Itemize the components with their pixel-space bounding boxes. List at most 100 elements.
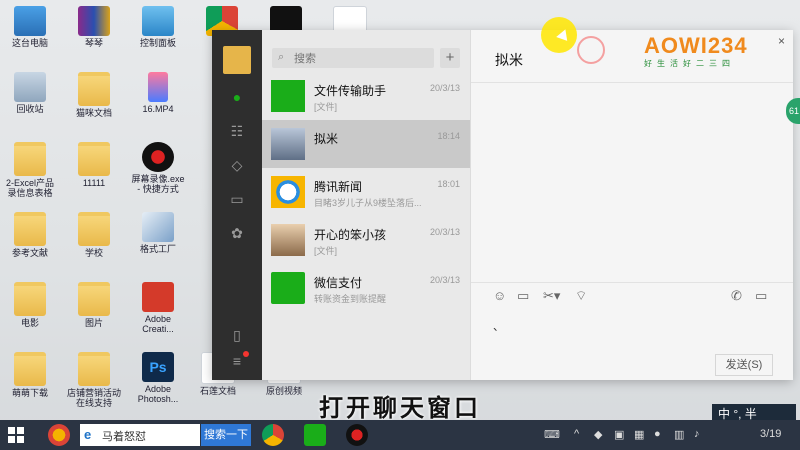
contact-avatar (271, 128, 305, 160)
desktop-icon-control-panel[interactable]: 控制面板 (130, 6, 186, 48)
wechat-window: ● ☷ ◇ ▭ ✿ ▯ ≡ ⌕ + 文件传输助手 20/3/13 [文件] 拟米… (212, 30, 793, 380)
clock-date[interactable]: 3/19 (760, 428, 781, 440)
screen-recorder-icon[interactable] (346, 424, 368, 446)
wechat-nav-rail: ● ☷ ◇ ▭ ✿ ▯ ≡ (212, 30, 262, 380)
chat-name: 拟米 (314, 132, 339, 146)
chat-list-item-nimi[interactable]: 拟米 18:14 (262, 120, 470, 168)
chat-list-panel: ⌕ + 文件传输助手 20/3/13 [文件] 拟米 18:14 腾讯新闻 18… (262, 30, 470, 380)
file-transfer-avatar-icon (271, 80, 305, 112)
desktop-icon-movies[interactable]: 电影 (2, 282, 58, 328)
message-input[interactable]: 、 (493, 318, 504, 334)
folder-icon (78, 72, 110, 106)
desktop-icon-label: 猫咪文档 (75, 108, 112, 118)
contacts-icon[interactable]: ☷ (227, 122, 247, 140)
control-panel-icon (142, 6, 174, 36)
chat-history-icon[interactable]: ⌔ (575, 288, 587, 304)
chat-name: 文件传输助手 (314, 84, 387, 98)
cube-icon[interactable]: ◇ (227, 156, 247, 174)
chat-time: 20/3/13 (429, 275, 460, 285)
search-input[interactable] (292, 50, 431, 68)
chat-preview: [文件] (314, 102, 338, 112)
chat-list-item-happy-kid[interactable]: 开心的笨小孩 20/3/13 [文件] (262, 216, 470, 264)
search-box[interactable]: ⌕ (272, 48, 434, 68)
taskbar-search-button[interactable]: 搜索一下 (201, 424, 251, 446)
ime-text: 中 °, 半 (718, 407, 757, 421)
folder-icon (14, 282, 46, 316)
video-file-icon (148, 72, 168, 102)
keyboard-icon[interactable]: ⌨ (544, 428, 560, 441)
network-icon[interactable]: ▥ (674, 428, 684, 441)
tray-expand-icon[interactable]: ^ (574, 428, 579, 440)
chat-title: 拟米 (495, 52, 523, 68)
watermark-slogan: 好生活好二三四 (644, 59, 735, 68)
desktop-icon-label: 电影 (20, 318, 39, 328)
click-indicator (577, 36, 605, 64)
record-icon (142, 142, 174, 172)
taskbar-search-text: 马着怒怼 (102, 431, 146, 443)
desktop-icon-school[interactable]: 学校 (66, 212, 122, 258)
folder-icon (14, 142, 46, 176)
desktop-icon-recycle-bin[interactable]: 回收站 (2, 72, 58, 114)
tray-app-icon[interactable]: ▣ (614, 428, 624, 441)
chat-time: 18:14 (437, 131, 460, 141)
desktop-icon-adobe-cc[interactable]: Adobe Creati... (130, 282, 186, 334)
desktop-icon-cat-docs[interactable]: 猫咪文档 (66, 72, 122, 118)
send-button[interactable]: 发送(S) (715, 354, 773, 376)
desktop-icon-label: 学校 (84, 248, 103, 258)
close-icon[interactable]: × (778, 34, 785, 48)
desktop-icon-mp4[interactable]: 16.MP4 (130, 72, 186, 114)
desktop-icon-label: 控制面板 (139, 38, 176, 48)
moments-icon[interactable]: ✿ (227, 224, 247, 242)
desktop-icon-pictures[interactable]: 图片 (66, 282, 122, 328)
folder-icon[interactable]: ▭ (517, 288, 529, 304)
desktop-icon-screen-recorder[interactable]: 屏幕录像.exe - 快捷方式 (130, 142, 186, 194)
desktop-icon-label: 图片 (84, 318, 103, 328)
tray-app-icon[interactable]: ● (654, 428, 661, 440)
add-chat-button[interactable]: + (440, 48, 460, 68)
chat-preview: 转账资金到账提醒 (314, 294, 387, 304)
video-call-icon[interactable]: ▭ (755, 288, 767, 304)
video-subtitle: 打开聊天窗口 (319, 395, 481, 422)
chat-time: 20/3/13 (429, 83, 460, 93)
folder-icon (78, 352, 110, 386)
format-factory-icon (142, 212, 174, 242)
desktop-icon-excel-table[interactable]: 2-Excel产品录信息表格 (2, 142, 58, 198)
phone-call-icon[interactable]: ✆ (731, 288, 742, 304)
chat-list-item-wechat-pay[interactable]: 微信支付 20/3/13 转账资金到账提醒 (262, 264, 470, 312)
watermark-logo: AOWI234 好生活好二三四 (644, 34, 774, 70)
folder-icon (14, 212, 46, 246)
windows-start-icon[interactable] (8, 427, 24, 443)
chat-list-item-tencent-news[interactable]: 腾讯新闻 18:01 目睹3岁儿子从9楼坠落后... (262, 168, 470, 216)
volume-icon[interactable]: ♪ (694, 428, 700, 440)
chat-bubble-icon[interactable]: ● (227, 88, 247, 106)
chat-name: 腾讯新闻 (314, 180, 363, 194)
desktop-icon-label: 格式工厂 (139, 244, 176, 254)
desktop-icon-format-factory[interactable]: 格式工厂 (130, 212, 186, 254)
search-icon: ⌕ (278, 51, 285, 63)
folder-icon (78, 142, 110, 176)
phone-icon[interactable]: ▯ (227, 326, 247, 344)
desktop-icon-references[interactable]: 参考文献 (2, 212, 58, 258)
360-browser-icon[interactable] (48, 424, 70, 446)
folder-icon (78, 212, 110, 246)
user-avatar[interactable] (223, 46, 251, 74)
chrome-icon[interactable] (262, 424, 284, 446)
chat-list-item-file-transfer[interactable]: 文件传输助手 20/3/13 [文件] (262, 72, 470, 120)
scissors-icon[interactable]: ✂▾ (543, 288, 560, 304)
chat-time: 18:01 (437, 179, 460, 189)
folder-icon (78, 282, 110, 316)
wechat-icon[interactable] (304, 424, 326, 446)
folder-icon[interactable]: ▭ (227, 190, 247, 208)
tray-app-icon[interactable]: ◆ (594, 428, 602, 441)
taskbar-search-box[interactable]: e 马着怒怼 (80, 424, 200, 446)
wechat-pay-icon (271, 272, 305, 304)
desktop-icon-this-pc[interactable]: 这台电脑 (2, 6, 58, 48)
contact-avatar (271, 224, 305, 256)
adobe-creative-cloud-icon (142, 282, 174, 312)
tencent-news-icon (271, 176, 305, 208)
desktop-icon-winrar[interactable]: 琴琴 (66, 6, 122, 48)
desktop-icon-label: 参考文献 (11, 248, 48, 258)
emoji-icon[interactable]: ☺ (493, 288, 506, 303)
tray-app-icon[interactable]: ▦ (634, 428, 644, 441)
desktop-icon-11111[interactable]: 11111 (66, 142, 122, 188)
